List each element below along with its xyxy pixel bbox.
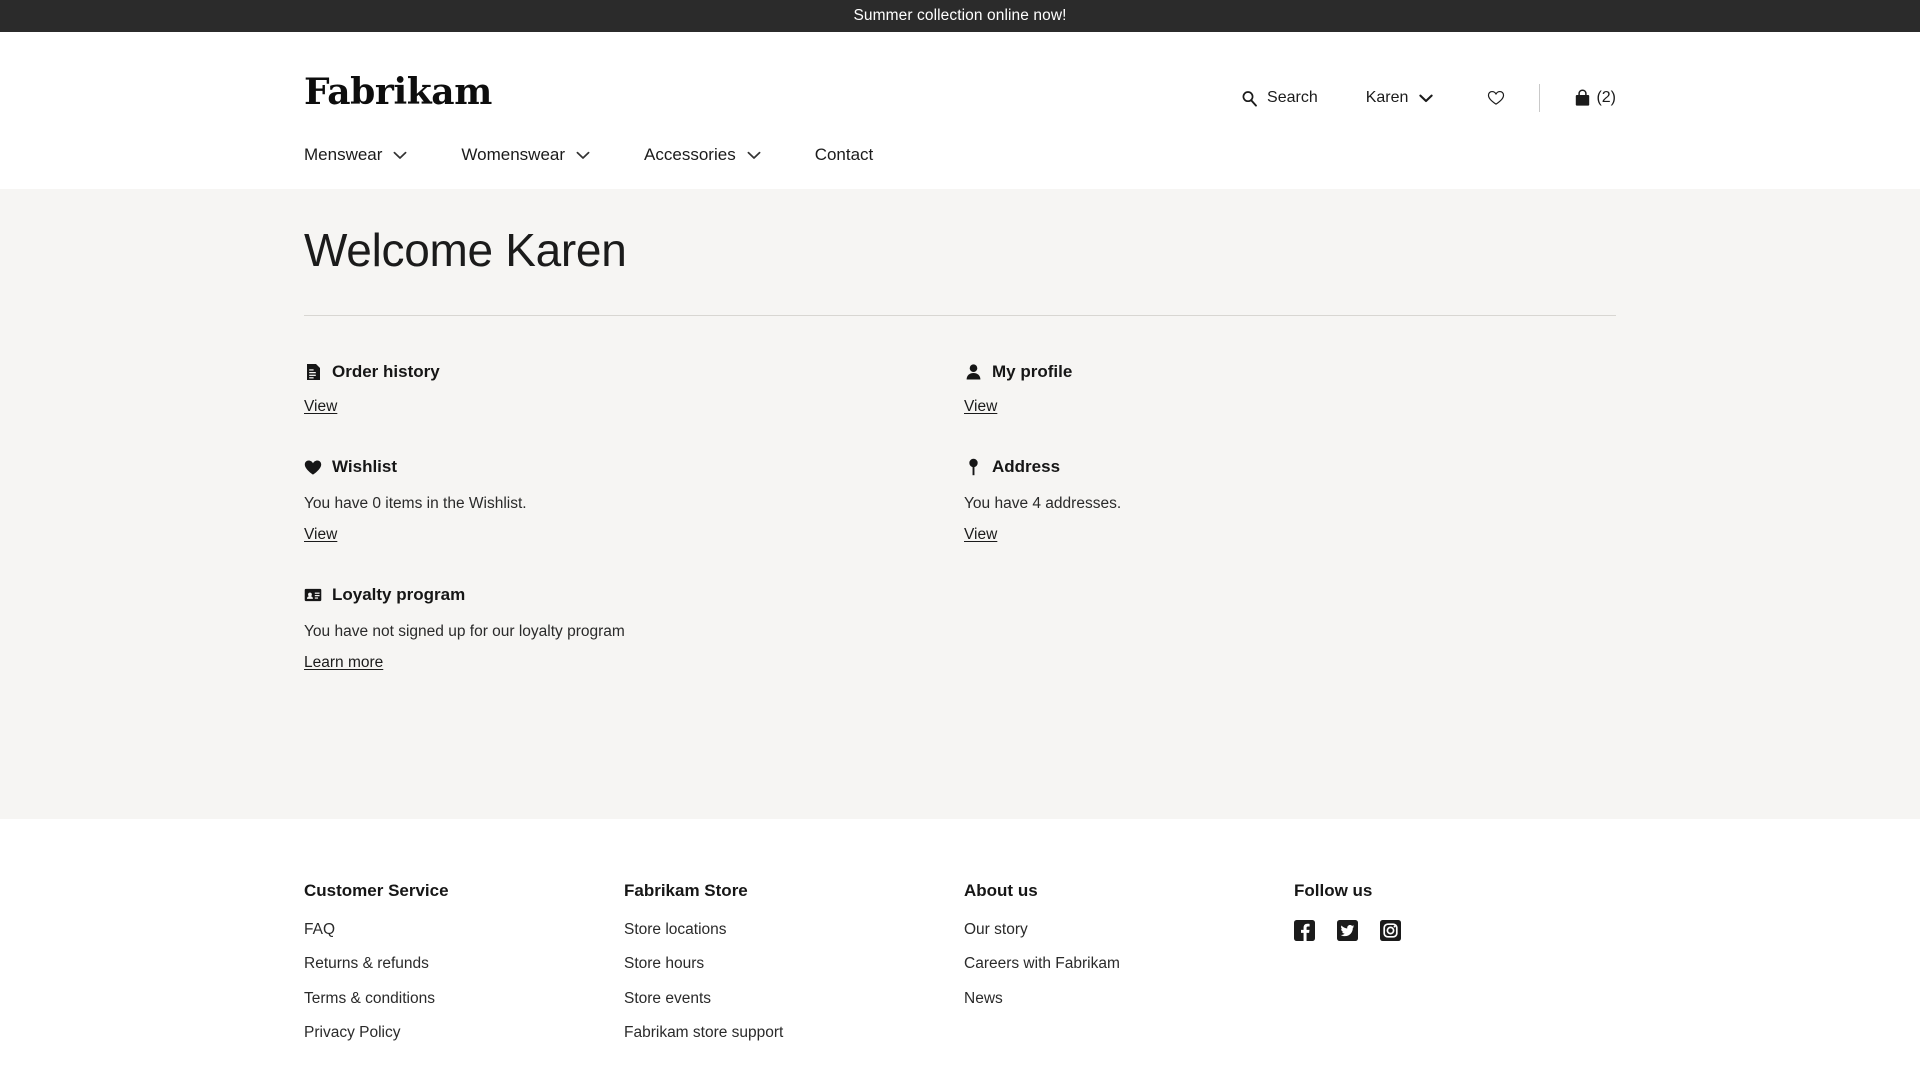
footer-link-news[interactable]: News <box>964 989 1294 1008</box>
card-address-title: Address <box>992 457 1061 477</box>
footer-link-privacy-policy[interactable]: Privacy Policy <box>304 1023 624 1042</box>
bag-count: (2) <box>1596 89 1616 106</box>
brand-logo[interactable]: Fabrikam <box>304 74 492 110</box>
card-my-profile: My profile View <box>964 362 1616 416</box>
footer-link-our-story[interactable]: Our story <box>964 920 1294 939</box>
main-content: Welcome Karen Order history View My prof… <box>0 189 1920 819</box>
search-button[interactable]: Search <box>1240 89 1318 107</box>
nav-item-menswear[interactable]: Menswear <box>304 145 409 165</box>
main-inner: Welcome Karen Order history View My prof… <box>304 189 1616 713</box>
card-wishlist-title: Wishlist <box>332 457 398 477</box>
chevron-down-icon <box>391 146 409 164</box>
map-pin-icon <box>964 458 982 476</box>
shopping-bag-icon <box>1573 89 1591 107</box>
footer-title-fabrikam-store: Fabrikam Store <box>624 881 748 900</box>
page-title: Welcome Karen <box>304 224 627 276</box>
footer-column-about-us: About us Our story Careers with Fabrikam… <box>964 881 1294 1058</box>
card-loyalty-program-title: Loyalty program <box>332 584 466 604</box>
social-links <box>1294 920 1616 941</box>
nav-label-menswear: Menswear <box>304 145 383 164</box>
footer-column-follow-us: Follow us <box>1294 881 1616 1058</box>
card-loyalty-program-header: Loyalty program <box>304 585 964 605</box>
chevron-down-icon <box>574 146 592 164</box>
card-address-header: Address <box>964 457 1616 477</box>
card-address-description: You have 4 addresses. <box>964 495 1122 513</box>
person-icon <box>964 363 982 381</box>
account-menu[interactable]: Karen <box>1366 89 1436 107</box>
footer-link-careers[interactable]: Careers with Fabrikam <box>964 954 1294 973</box>
header-divider <box>1539 84 1541 112</box>
footer-title-about-us: About us <box>964 881 1038 900</box>
footer-title-follow-us: Follow us <box>1294 881 1373 900</box>
footer-link-terms-conditions[interactable]: Terms & conditions <box>304 989 624 1008</box>
nav-item-womenswear[interactable]: Womenswear <box>461 145 592 165</box>
footer-link-store-support[interactable]: Fabrikam store support <box>624 1023 964 1042</box>
card-order-history: Order history View <box>304 362 964 416</box>
chevron-down-icon <box>1417 89 1435 107</box>
search-icon <box>1240 89 1258 107</box>
announcement-bar: Summer collection online now! <box>0 0 1920 32</box>
footer-link-returns-refunds[interactable]: Returns & refunds <box>304 954 624 973</box>
card-address-link[interactable]: View <box>964 526 997 544</box>
account-cards-grid: Order history View My profile View Wishl… <box>304 316 1616 712</box>
card-my-profile-title: My profile <box>992 362 1073 382</box>
card-loyalty-program-link[interactable]: Learn more <box>304 654 383 672</box>
card-my-profile-link[interactable]: View <box>964 398 997 416</box>
card-wishlist-link[interactable]: View <box>304 526 337 544</box>
card-wishlist: Wishlist You have 0 items in the Wishlis… <box>304 457 964 544</box>
card-order-history-link[interactable]: View <box>304 398 337 416</box>
footer-inner: Customer Service FAQ Returns & refunds T… <box>304 819 1616 1058</box>
heart-filled-icon <box>304 458 322 476</box>
card-order-history-title: Order history <box>332 362 440 382</box>
site-header: Fabrikam Search Karen (2) Menswear Women… <box>0 32 1920 189</box>
document-receipt-icon <box>304 363 322 381</box>
id-card-icon <box>304 586 322 604</box>
footer-link-faq[interactable]: FAQ <box>304 920 624 939</box>
heart-outline-icon <box>1487 89 1505 107</box>
footer-link-store-hours[interactable]: Store hours <box>624 954 964 973</box>
card-wishlist-description: You have 0 items in the Wishlist. <box>304 495 527 513</box>
nav-item-contact[interactable]: Contact <box>815 145 874 165</box>
main-navigation: Menswear Womenswear Accessories Contact <box>304 145 873 165</box>
shopping-bag-button[interactable]: (2) <box>1573 89 1616 107</box>
nav-label-accessories: Accessories <box>644 145 736 164</box>
footer-column-fabrikam-store: Fabrikam Store Store locations Store hou… <box>624 881 964 1058</box>
instagram-icon[interactable] <box>1380 920 1401 941</box>
header-utilities: Search Karen (2) <box>1240 84 1616 112</box>
nav-item-accessories[interactable]: Accessories <box>644 145 763 165</box>
facebook-icon[interactable] <box>1294 920 1315 941</box>
nav-label-womenswear: Womenswear <box>461 145 566 164</box>
search-label: Search <box>1267 89 1318 106</box>
nav-label-contact: Contact <box>814 145 874 164</box>
chevron-down-icon <box>745 146 763 164</box>
wishlist-button[interactable] <box>1487 89 1505 107</box>
footer-title-customer-service: Customer Service <box>304 881 449 900</box>
footer-column-customer-service: Customer Service FAQ Returns & refunds T… <box>304 881 624 1058</box>
card-loyalty-program-description: You have not signed up for our loyalty p… <box>304 622 625 640</box>
twitter-icon[interactable] <box>1337 920 1358 941</box>
card-wishlist-header: Wishlist <box>304 457 964 477</box>
footer-link-store-events[interactable]: Store events <box>624 989 964 1008</box>
card-order-history-header: Order history <box>304 362 964 382</box>
announcement-text: Summer collection online now! <box>853 7 1067 24</box>
site-footer: Customer Service FAQ Returns & refunds T… <box>0 819 1920 1080</box>
card-my-profile-header: My profile <box>964 362 1616 382</box>
card-address: Address You have 4 addresses. View <box>964 457 1616 544</box>
account-label: Karen <box>1365 89 1409 106</box>
card-loyalty-program: Loyalty program You have not signed up f… <box>304 585 964 672</box>
header-inner: Fabrikam Search Karen (2) Menswear Women… <box>304 32 1616 189</box>
footer-link-store-locations[interactable]: Store locations <box>624 920 964 939</box>
